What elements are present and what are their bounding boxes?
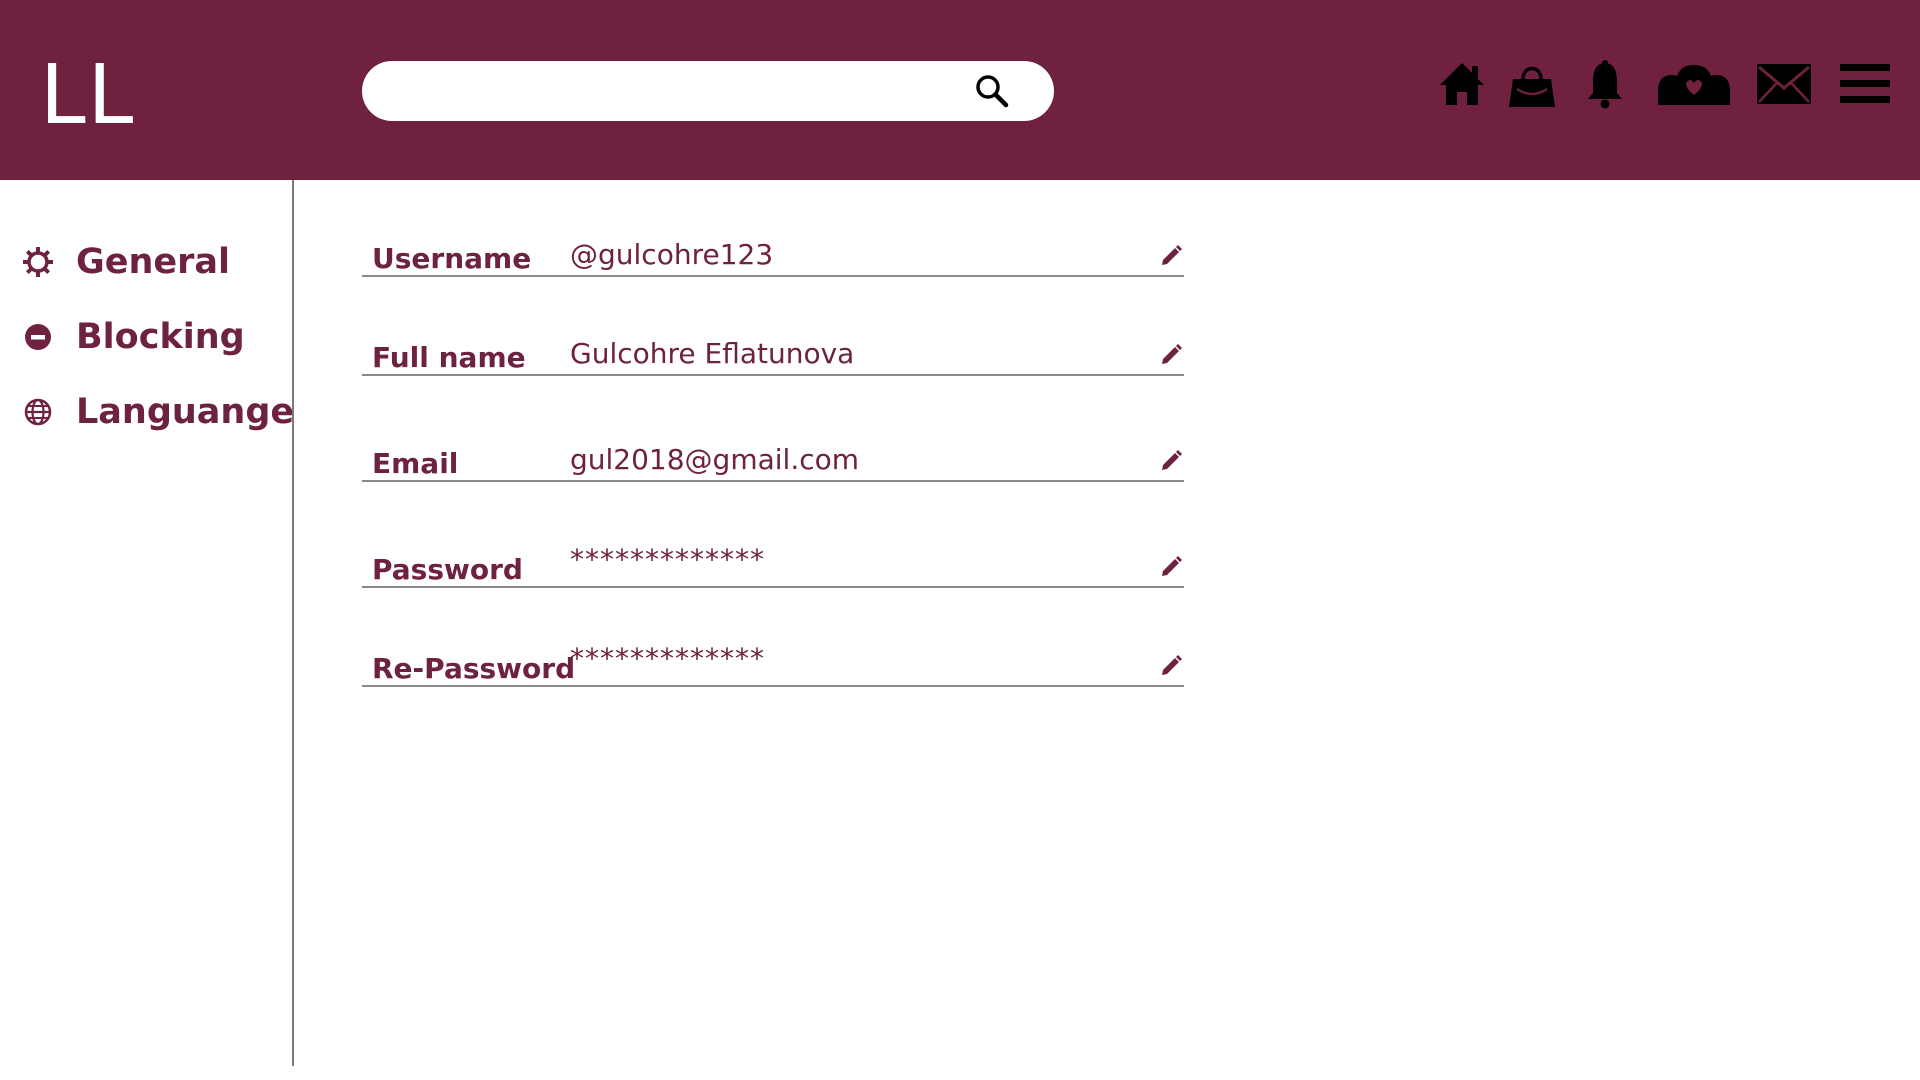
field-label: Re-Password — [372, 652, 576, 685]
globe-icon — [22, 396, 54, 428]
password-value[interactable]: ************* — [570, 543, 765, 576]
username-value[interactable]: @gulcohre123 — [570, 238, 773, 271]
search-icon — [976, 75, 1009, 108]
shopping-bag-icon — [1509, 66, 1555, 107]
pencil-icon — [1162, 344, 1182, 364]
email-value[interactable]: gul2018@gmail.com — [570, 443, 859, 476]
re-password-value[interactable]: ************* — [570, 642, 765, 675]
full-name-value[interactable]: Gulcohre Eflatunova — [570, 337, 854, 370]
pencil-icon — [1162, 655, 1182, 675]
shop-button[interactable] — [1506, 56, 1558, 112]
friends-button[interactable] — [1656, 56, 1732, 112]
field-label: Password — [372, 553, 523, 586]
sidebar-item-blocking[interactable]: Blocking — [22, 309, 245, 365]
sidebar-divider — [292, 180, 294, 1066]
menu-icon — [1840, 64, 1890, 103]
field-underline — [362, 685, 1184, 687]
re-password-field: Re-Password ************* — [362, 627, 1184, 687]
sidebar-item-language[interactable]: Languange — [22, 384, 294, 440]
menu-button[interactable] — [1840, 56, 1890, 112]
pencil-icon — [1162, 450, 1182, 470]
field-underline — [362, 480, 1184, 482]
email-field: Email gul2018@gmail.com — [362, 422, 1184, 482]
pencil-icon — [1162, 245, 1182, 265]
settings-sidebar: General Blocking Languange — [0, 180, 294, 1066]
notifications-button[interactable] — [1582, 56, 1628, 112]
field-underline — [362, 275, 1184, 277]
username-field: Username @gulcohre123 — [362, 217, 1184, 277]
full-name-field: Full name Gulcohre Eflatunova — [362, 316, 1184, 376]
field-underline — [362, 586, 1184, 588]
pencil-icon — [1162, 556, 1182, 576]
sidebar-item-label: Languange — [76, 392, 295, 432]
gear-icon — [22, 246, 54, 278]
friends-icon — [1658, 65, 1730, 105]
mail-icon — [1757, 64, 1811, 104]
edit-re-password-button[interactable] — [1158, 653, 1184, 679]
field-label: Username — [372, 242, 532, 275]
edit-password-button[interactable] — [1158, 554, 1184, 580]
field-label: Email — [372, 447, 459, 480]
edit-email-button[interactable] — [1158, 448, 1184, 474]
bell-icon — [1588, 60, 1622, 109]
field-underline — [362, 374, 1184, 376]
home-button[interactable] — [1436, 56, 1488, 112]
field-label: Full name — [372, 341, 526, 374]
search-bar — [362, 61, 1054, 121]
search-button[interactable] — [968, 67, 1016, 115]
sidebar-item-label: Blocking — [76, 317, 245, 357]
home-icon — [1440, 63, 1484, 105]
logo[interactable]: LL — [40, 46, 135, 146]
top-bar: LL — [0, 0, 1920, 180]
messages-button[interactable] — [1756, 56, 1812, 112]
password-field: Password ************* — [362, 528, 1184, 588]
sidebar-item-general[interactable]: General — [22, 234, 230, 290]
minus-circle-icon — [22, 321, 54, 353]
edit-full-name-button[interactable] — [1158, 342, 1184, 368]
search-input[interactable] — [386, 71, 966, 111]
sidebar-item-label: General — [76, 242, 230, 282]
edit-username-button[interactable] — [1158, 243, 1184, 269]
